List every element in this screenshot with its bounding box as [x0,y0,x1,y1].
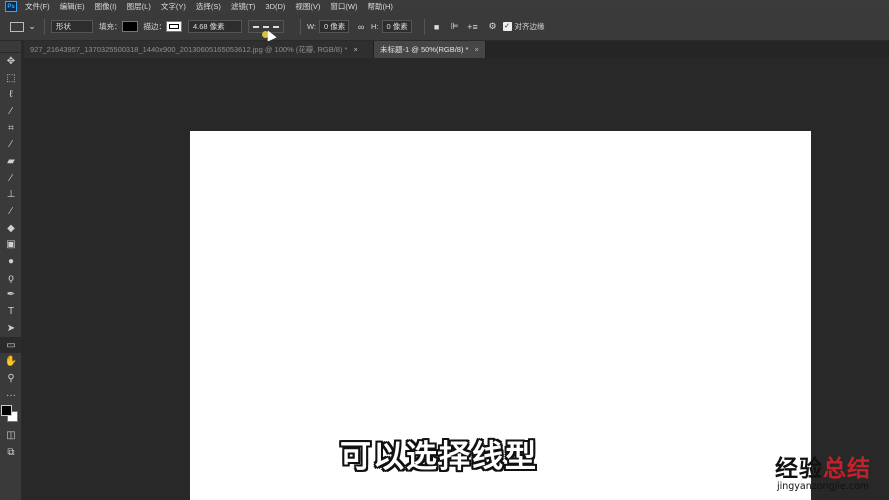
gradient-icon[interactable]: ▣ [0,237,22,254]
brush-icon[interactable]: ∕ [0,170,22,187]
menu-bar: Ps 文件(F) 编辑(E) 图像(I) 图层(L) 文字(Y) 选择(S) 滤… [0,0,889,13]
menu-image[interactable]: 图像(I) [95,1,117,12]
path-select-icon[interactable]: ➤ [0,320,22,337]
color-swatches[interactable] [0,403,21,427]
watermark: 经验总结 jingyanzongjie.com [775,449,871,492]
hand-icon[interactable]: ✋ [0,353,22,370]
rectangle-tool-preset-icon[interactable] [10,21,24,32]
divider [44,18,45,35]
chevron-down-icon[interactable]: ⌄ [26,21,38,33]
tab-document-2[interactable]: 未标题-1 @ 50%(RGB/8) * × [374,41,486,58]
divider [300,18,301,35]
tab-label: 未标题-1 @ 50%(RGB/8) * [380,45,469,54]
crop-icon[interactable]: ⌗ [0,120,22,137]
eraser-icon[interactable]: ◆ [0,220,22,237]
tools-panel: ✥ ⬚ ℓ ⁄ ⌗ ⁄ ▰ ∕ ⊥ ∕ ◆ ▣ ● ϙ ✒ T ➤ ▭ ✋ ⚲ … [0,41,22,500]
menu-layer[interactable]: 图层(L) [127,1,151,12]
close-icon[interactable]: × [353,45,357,54]
watermark-url: jingyanzongjie.com [776,481,870,492]
menu-window[interactable]: 窗口(W) [330,1,357,12]
path-operations-icon[interactable]: ■ [431,21,443,33]
width-field[interactable]: 0 像素 [319,20,350,33]
stroke-width-field[interactable]: 4.68 像素 [188,20,242,33]
menu-type[interactable]: 文字(Y) [161,1,186,12]
quick-mask-icon[interactable]: ◫ [0,427,22,444]
watermark-title-part1: 经验 [775,456,823,482]
zoom-icon[interactable]: ⚲ [0,370,22,387]
menu-edit[interactable]: 编辑(E) [60,1,85,12]
dashed-line-icon [253,25,279,28]
watermark-title: 经验总结 [775,449,871,483]
h-label: H: [371,22,379,31]
stroke-swatch[interactable] [166,21,182,32]
mode-value: 形状 [56,22,71,31]
options-bar: ⌄ 形状 填充： 描边： 4.68 像素 W: 0 像素 ∞ H: 0 像素 ■… [0,13,889,41]
rectangle-icon[interactable]: ▭ [0,336,22,354]
foreground-color-swatch[interactable] [1,405,12,417]
tab-label: 927_21643957_1370325500318_1440x900_2013… [30,45,348,54]
menu-filter[interactable]: 滤镜(T) [231,1,256,12]
align-edges-label: 对齐边缘 [514,22,545,31]
eyedropper-icon[interactable]: ⁄ [0,136,22,153]
fill-label: 填充： [99,22,122,31]
quick-select-icon[interactable]: ⁄ [0,103,22,120]
divider [423,18,425,35]
fill-swatch[interactable] [121,21,138,32]
blur-icon[interactable]: ● [0,253,22,270]
photoshop-logo: Ps [5,1,17,12]
move-icon[interactable]: ✥ [0,53,22,70]
stamp-icon[interactable]: ⊥ [0,187,22,204]
screen-mode-icon[interactable]: ⧉ [0,444,22,461]
w-label: W: [307,22,317,31]
stroke-width-value: 4.68 像素 [193,22,225,31]
panel-grip[interactable] [0,41,21,53]
mode-dropdown[interactable]: 形状 [51,20,93,33]
align-edges-checkbox[interactable]: ✓ [502,22,512,31]
height-value: 0 像素 [386,22,408,31]
menu-file[interactable]: 文件(F) [25,1,50,12]
pen-icon[interactable]: ✒ [0,287,22,304]
more-icon[interactable]: ··· [0,387,22,404]
stroke-label: 描边： [143,22,167,31]
link-icon[interactable]: ∞ [355,21,367,33]
menu-select[interactable]: 选择(S) [196,1,221,12]
path-alignment-icon[interactable]: ⊫ [449,21,461,33]
history-brush-icon[interactable]: ∕ [0,203,22,220]
menu-view[interactable]: 视图(V) [295,1,320,12]
path-arrangement-icon[interactable]: +≡ [467,21,479,33]
document-tabs: 927_21643957_1370325500318_1440x900_2013… [24,41,889,58]
type-icon[interactable]: T [0,303,22,320]
height-field[interactable]: 0 像素 [381,20,412,33]
marquee-icon[interactable]: ⬚ [0,70,22,87]
menu-3d[interactable]: 3D(D) [265,2,285,11]
lasso-icon[interactable]: ℓ [0,86,22,103]
watermark-title-part2: 总结 [823,456,871,482]
video-subtitle: 可以选择线型 [340,439,538,475]
dodge-icon[interactable]: ϙ [0,270,22,287]
tab-document-1[interactable]: 927_21643957_1370325500318_1440x900_2013… [24,41,374,58]
gear-icon[interactable]: ⚙ [487,21,499,33]
width-value: 0 像素 [324,22,346,31]
healing-icon[interactable]: ▰ [0,153,22,170]
menu-help[interactable]: 帮助(H) [368,1,393,12]
close-icon[interactable]: × [474,45,478,54]
